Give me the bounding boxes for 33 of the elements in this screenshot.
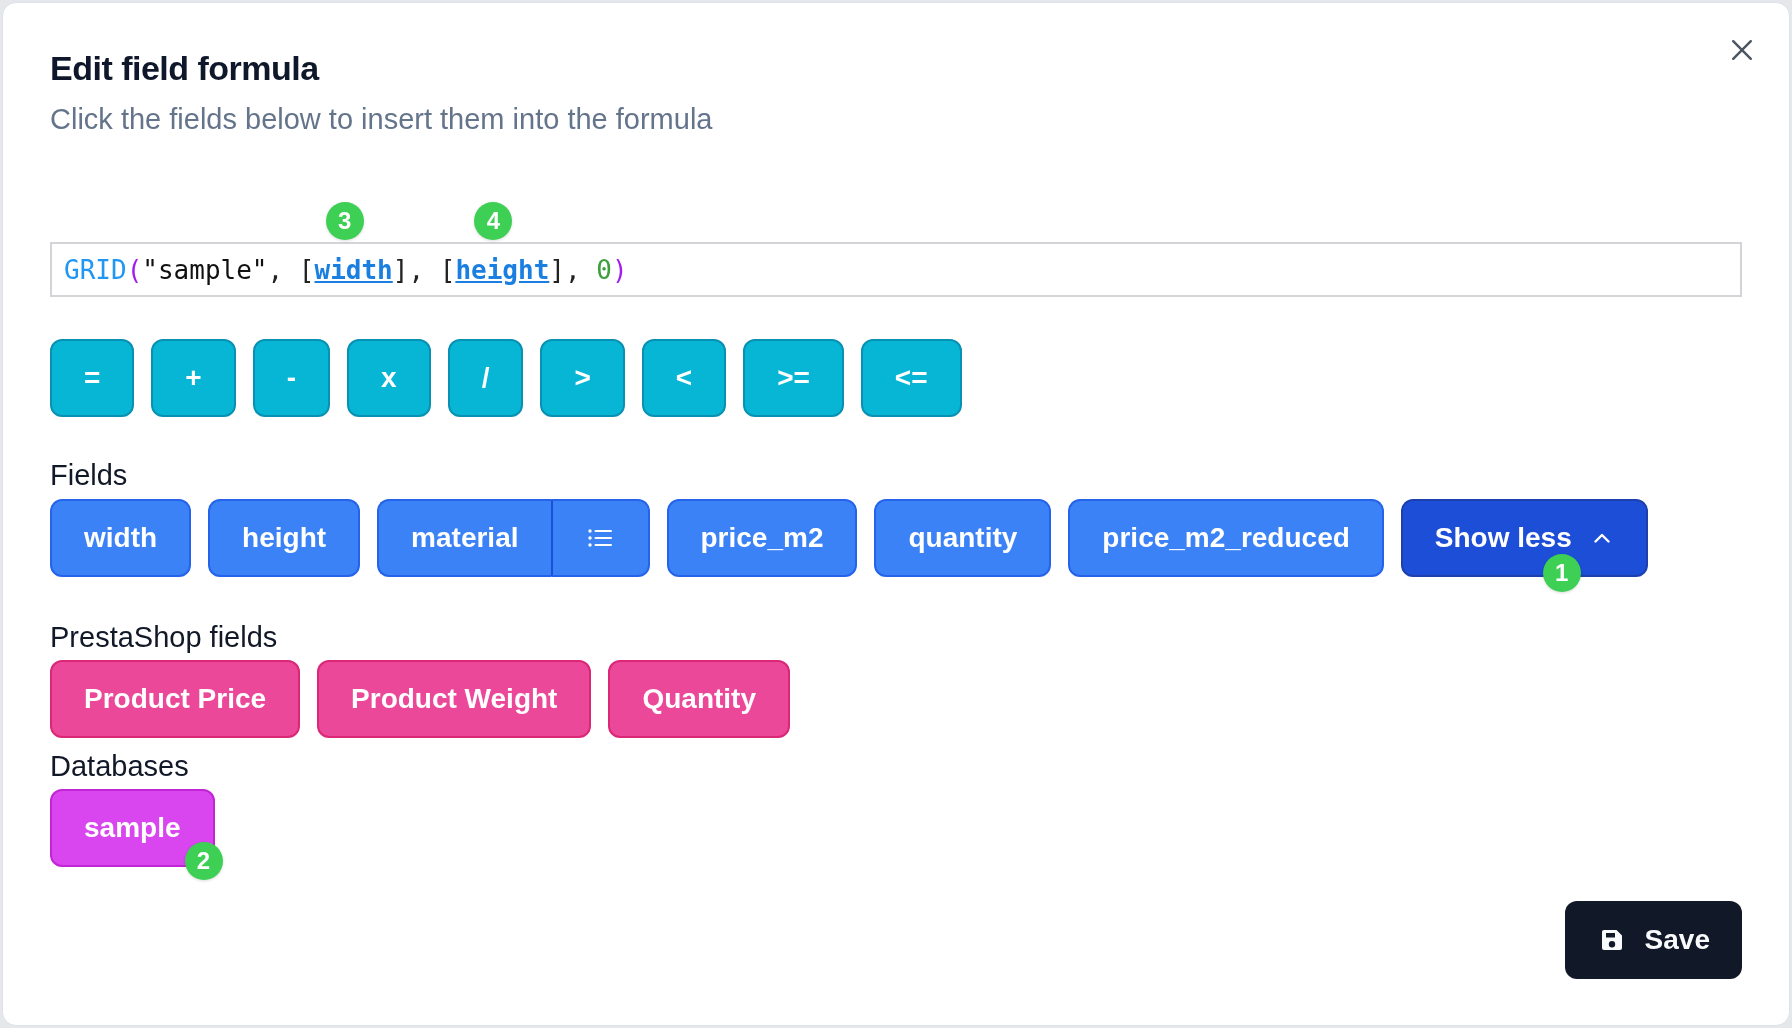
prestashop-field-button[interactable]: Product Weight [317, 660, 592, 738]
close-icon[interactable] [1731, 39, 1753, 61]
options-button[interactable] [550, 499, 650, 577]
step-badge: 4 [474, 202, 513, 240]
section-heading: Databases [50, 749, 189, 783]
operator-button[interactable]: - [252, 339, 331, 417]
field-reference-link[interactable]: width [314, 254, 393, 285]
operator-button[interactable]: > [540, 339, 625, 417]
list-icon [588, 529, 612, 547]
step-badge: 2 [184, 842, 223, 880]
formula-field[interactable]: GRID("sample", [width], [height], 0) [50, 242, 1742, 297]
operator-button[interactable]: <= [860, 339, 962, 417]
operator-button[interactable]: < [641, 339, 727, 417]
prestashop-field-button[interactable]: Quantity [608, 660, 790, 738]
dialog-subtitle: Click the fields below to insert them into the formula [50, 102, 713, 137]
section-heading: Fields [50, 458, 128, 492]
operator-button[interactable]: >= [743, 339, 844, 417]
operator-button[interactable]: + [151, 339, 236, 417]
section-heading: PrestaShop fields [50, 620, 278, 654]
prestashop-field-button[interactable]: Product Price [50, 660, 301, 738]
field-button[interactable]: material [377, 499, 551, 577]
field-reference-link[interactable]: height [455, 254, 550, 285]
operator-button[interactable]: x [347, 339, 431, 417]
save-button[interactable]: Save [1564, 901, 1742, 979]
field-button[interactable]: price_m2 [666, 499, 858, 577]
step-badge: 3 [325, 202, 364, 240]
field-button[interactable]: width [50, 499, 192, 577]
field-button[interactable]: quantity [874, 499, 1052, 577]
dialog-title: Edit field formula [50, 48, 319, 88]
field-button[interactable]: price_m2_reduced [1068, 499, 1384, 577]
field-button[interactable]: height [208, 499, 361, 577]
operator-button[interactable]: / [447, 339, 524, 417]
operator-button[interactable]: = [50, 339, 135, 417]
